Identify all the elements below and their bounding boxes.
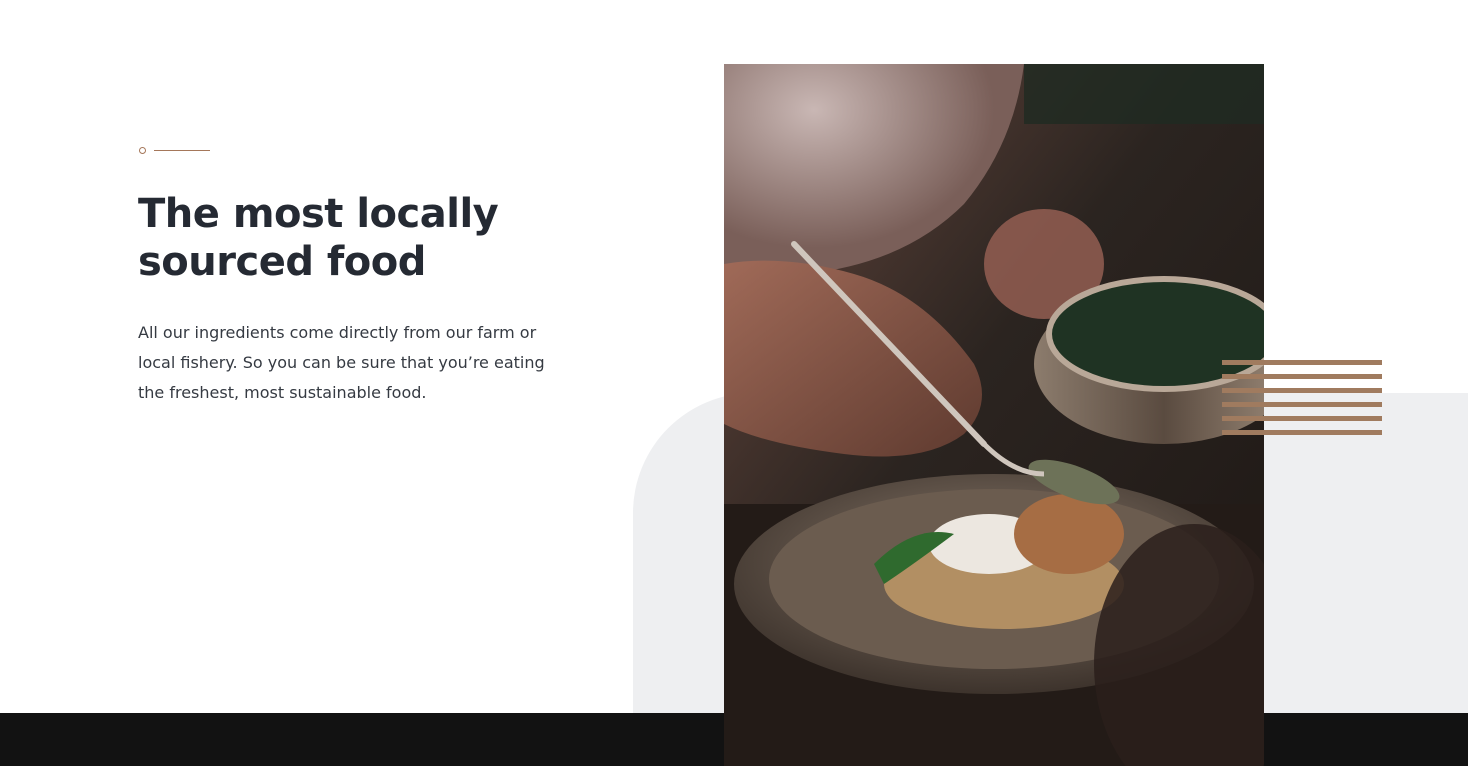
stripe — [1222, 374, 1382, 379]
stripe — [1222, 416, 1382, 421]
page: The most locally sourced food All our in… — [0, 0, 1468, 766]
ornament-line — [154, 150, 210, 151]
stripe — [1222, 430, 1382, 435]
section-ornament — [139, 147, 211, 155]
section-heading: The most locally sourced food — [138, 191, 499, 285]
stripe — [1222, 388, 1382, 393]
ornament-circle-icon — [139, 147, 146, 154]
stripe — [1222, 402, 1382, 407]
decorative-stripes — [1222, 360, 1382, 436]
section-body-text: All our ingredients come directly from o… — [138, 323, 545, 402]
chef-plating-photo — [724, 64, 1264, 766]
stripe — [1222, 360, 1382, 365]
photo-illustration — [724, 64, 1264, 766]
